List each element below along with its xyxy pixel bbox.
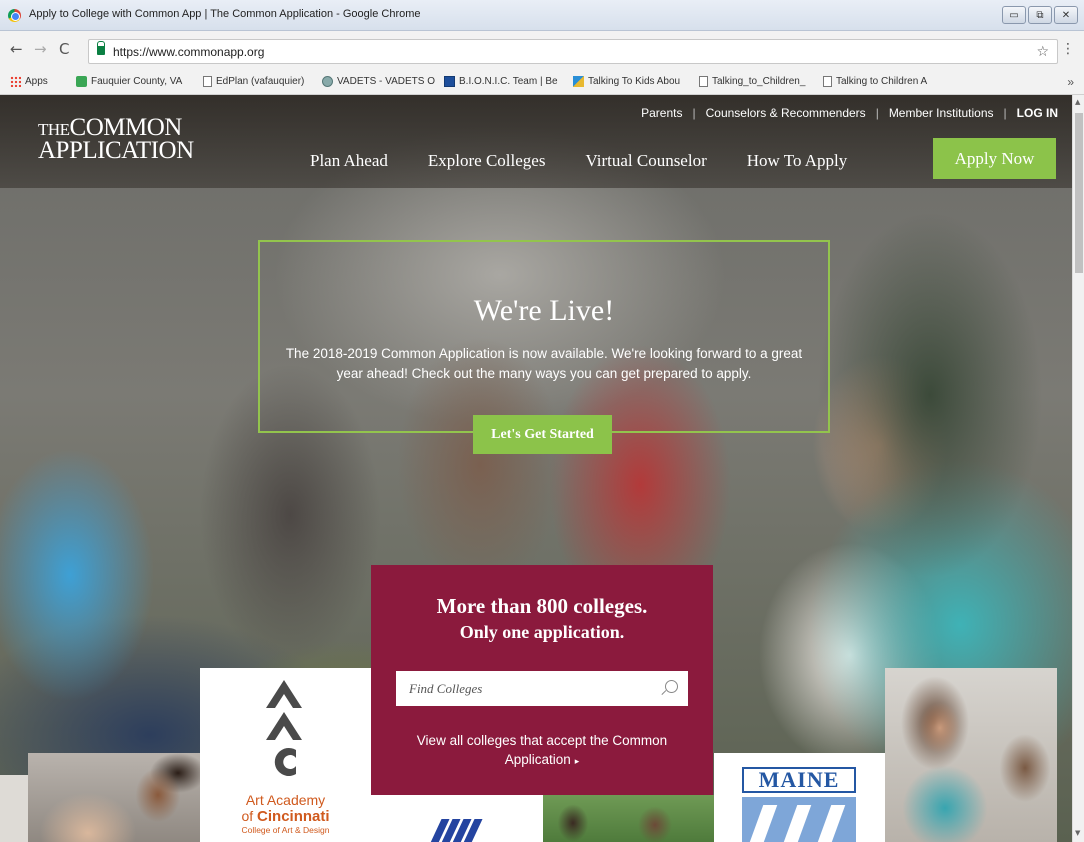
counselors-link[interactable]: Counselors & Recommenders [706, 106, 866, 120]
maine-logo-icon [742, 797, 856, 842]
scroll-thumb[interactable] [1075, 113, 1083, 273]
forward-arrow-icon[interactable]: → [34, 40, 47, 58]
aac-line3: College of Art & Design [241, 825, 330, 835]
nav-explore-colleges[interactable]: Explore Colleges [428, 151, 546, 171]
divider: | [692, 106, 696, 120]
apps-grid-icon [10, 76, 21, 87]
bookmark-label: EdPlan (vafauquier) [216, 76, 305, 87]
scroll-up-icon[interactable]: ▲ [1075, 98, 1080, 106]
chrome-menu-icon[interactable]: ⋮ [1061, 41, 1075, 57]
college-tile-students-photo[interactable] [885, 668, 1057, 842]
bookmark-edplan[interactable]: EdPlan (vafauquier) [203, 76, 304, 87]
browser-toolbar: ← → C https://www.commonapp.org ☆ ⋮ [0, 31, 1084, 71]
page-viewport: THECOMMON APPLICATION Parents | Counselo… [0, 95, 1072, 842]
login-link[interactable]: LOG IN [1017, 106, 1058, 120]
site-header: THECOMMON APPLICATION Parents | Counselo… [0, 95, 1072, 188]
college-tile-logo-stripes[interactable] [371, 795, 543, 842]
arrow-icon [573, 76, 584, 87]
view-all-text: View all colleges that accept the Common… [416, 733, 668, 767]
search-icon[interactable] [665, 680, 678, 693]
utility-nav: Parents | Counselors & Recommenders | Me… [641, 106, 1058, 120]
bookmark-talking-children-1[interactable]: Talking_to_Children_ [699, 76, 805, 87]
search-heading: More than 800 colleges. Only one applica… [371, 593, 713, 645]
lets-get-started-button[interactable]: Let's Get Started [473, 415, 612, 454]
arrow-right-icon: ▸ [574, 756, 580, 766]
bookmark-talking-children-2[interactable]: Talking to Children A [823, 76, 927, 87]
aac-cincinnati: Cincinnati [257, 808, 330, 825]
announcement-box: We're Live! The 2018-2019 Common Applica… [258, 240, 830, 433]
page-icon [203, 76, 212, 87]
aac-of: of [241, 808, 258, 824]
maximize-icon[interactable]: ⧉ [1028, 6, 1052, 24]
main-nav: Plan Ahead Explore Colleges Virtual Coun… [310, 151, 847, 171]
grid-icon [444, 76, 455, 87]
bookmark-apps[interactable]: Apps [10, 76, 48, 87]
college-tile-maine[interactable]: MAINE [714, 753, 885, 842]
address-bar[interactable]: https://www.commonapp.org ☆ [88, 39, 1058, 64]
aac-line1: Art Academy [245, 792, 326, 808]
page-icon [823, 76, 832, 87]
apply-now-button[interactable]: Apply Now [933, 138, 1056, 179]
college-tile-outdoor-photo[interactable] [543, 795, 714, 842]
window-title: Apply to College with Common App | The C… [29, 8, 421, 20]
close-icon[interactable]: ✕ [1054, 6, 1078, 24]
search-box [396, 671, 688, 706]
view-all-colleges-link[interactable]: View all colleges that accept the Common… [391, 731, 693, 771]
college-tile-art-academy[interactable]: Art Academy of Cincinnati College of Art… [200, 668, 371, 842]
divider: | [875, 106, 879, 120]
college-tile-student-photo[interactable] [28, 753, 200, 842]
bookmark-label: B.I.O.N.I.C. Team | Be [459, 76, 558, 87]
nav-how-to-apply[interactable]: How To Apply [747, 151, 848, 171]
art-academy-name: Art Academy of Cincinnati College of Art… [200, 793, 371, 836]
green-square-icon [76, 76, 87, 87]
bookmarks-bar: Apps Fauquier County, VA EdPlan (vafauqu… [0, 71, 1084, 95]
minimize-icon[interactable]: ▭ [1002, 6, 1026, 24]
reload-icon[interactable]: C [59, 40, 69, 58]
background-strip [0, 775, 28, 842]
college-logo-icon [428, 819, 483, 842]
bookmarks-overflow-icon[interactable]: » [1067, 75, 1074, 89]
bookmark-label: VADETS - VADETS O [337, 76, 435, 87]
bookmark-label: Talking To Kids Abou [588, 76, 681, 87]
bookmark-star-icon[interactable]: ☆ [1036, 43, 1049, 60]
bookmark-talking-kids[interactable]: Talking To Kids Abou [573, 76, 680, 87]
art-academy-logo-icon [266, 680, 302, 776]
find-colleges-input[interactable] [396, 671, 656, 706]
scroll-down-icon[interactable]: ▼ [1075, 829, 1080, 837]
back-arrow-icon[interactable]: ← [10, 40, 23, 58]
lock-icon [97, 41, 105, 55]
bookmark-label: Apps [25, 76, 48, 87]
logo-application: APPLICATION [38, 137, 194, 164]
bookmark-label: Talking_to_Children_ [712, 76, 806, 87]
globe-icon [322, 76, 333, 87]
bookmark-vadets[interactable]: VADETS - VADETS O [322, 76, 435, 87]
url-text[interactable]: https://www.commonapp.org [113, 45, 264, 59]
bookmark-label: Fauquier County, VA [91, 76, 183, 87]
nav-plan-ahead[interactable]: Plan Ahead [310, 151, 388, 171]
hero-title: We're Live! [473, 294, 615, 327]
bookmark-bionic[interactable]: B.I.O.N.I.C. Team | Be [444, 76, 558, 87]
college-search-panel: More than 800 colleges. Only one applica… [371, 565, 713, 795]
divider: | [1003, 106, 1007, 120]
member-institutions-link[interactable]: Member Institutions [889, 106, 994, 120]
nav-virtual-counselor[interactable]: Virtual Counselor [585, 151, 706, 171]
search-heading-line2: Only one application. [459, 622, 625, 642]
search-heading-line1: More than 800 colleges. [436, 594, 648, 618]
hero-text: The 2018-2019 Common Application is now … [285, 346, 803, 381]
common-app-logo[interactable]: THECOMMON APPLICATION [38, 115, 194, 164]
page-scrollbar[interactable]: ▲ ▼ [1072, 95, 1084, 842]
browser-titlebar: Apply to College with Common App | The C… [0, 0, 1084, 31]
window-controls: ▭ ⧉ ✕ [1002, 6, 1078, 24]
page-icon [699, 76, 708, 87]
maine-wordmark: MAINE [742, 767, 856, 793]
bookmark-label: Talking to Children A [836, 76, 928, 87]
parents-link[interactable]: Parents [641, 106, 682, 120]
bookmark-fauquier[interactable]: Fauquier County, VA [76, 76, 182, 87]
chrome-logo-icon [8, 9, 21, 22]
